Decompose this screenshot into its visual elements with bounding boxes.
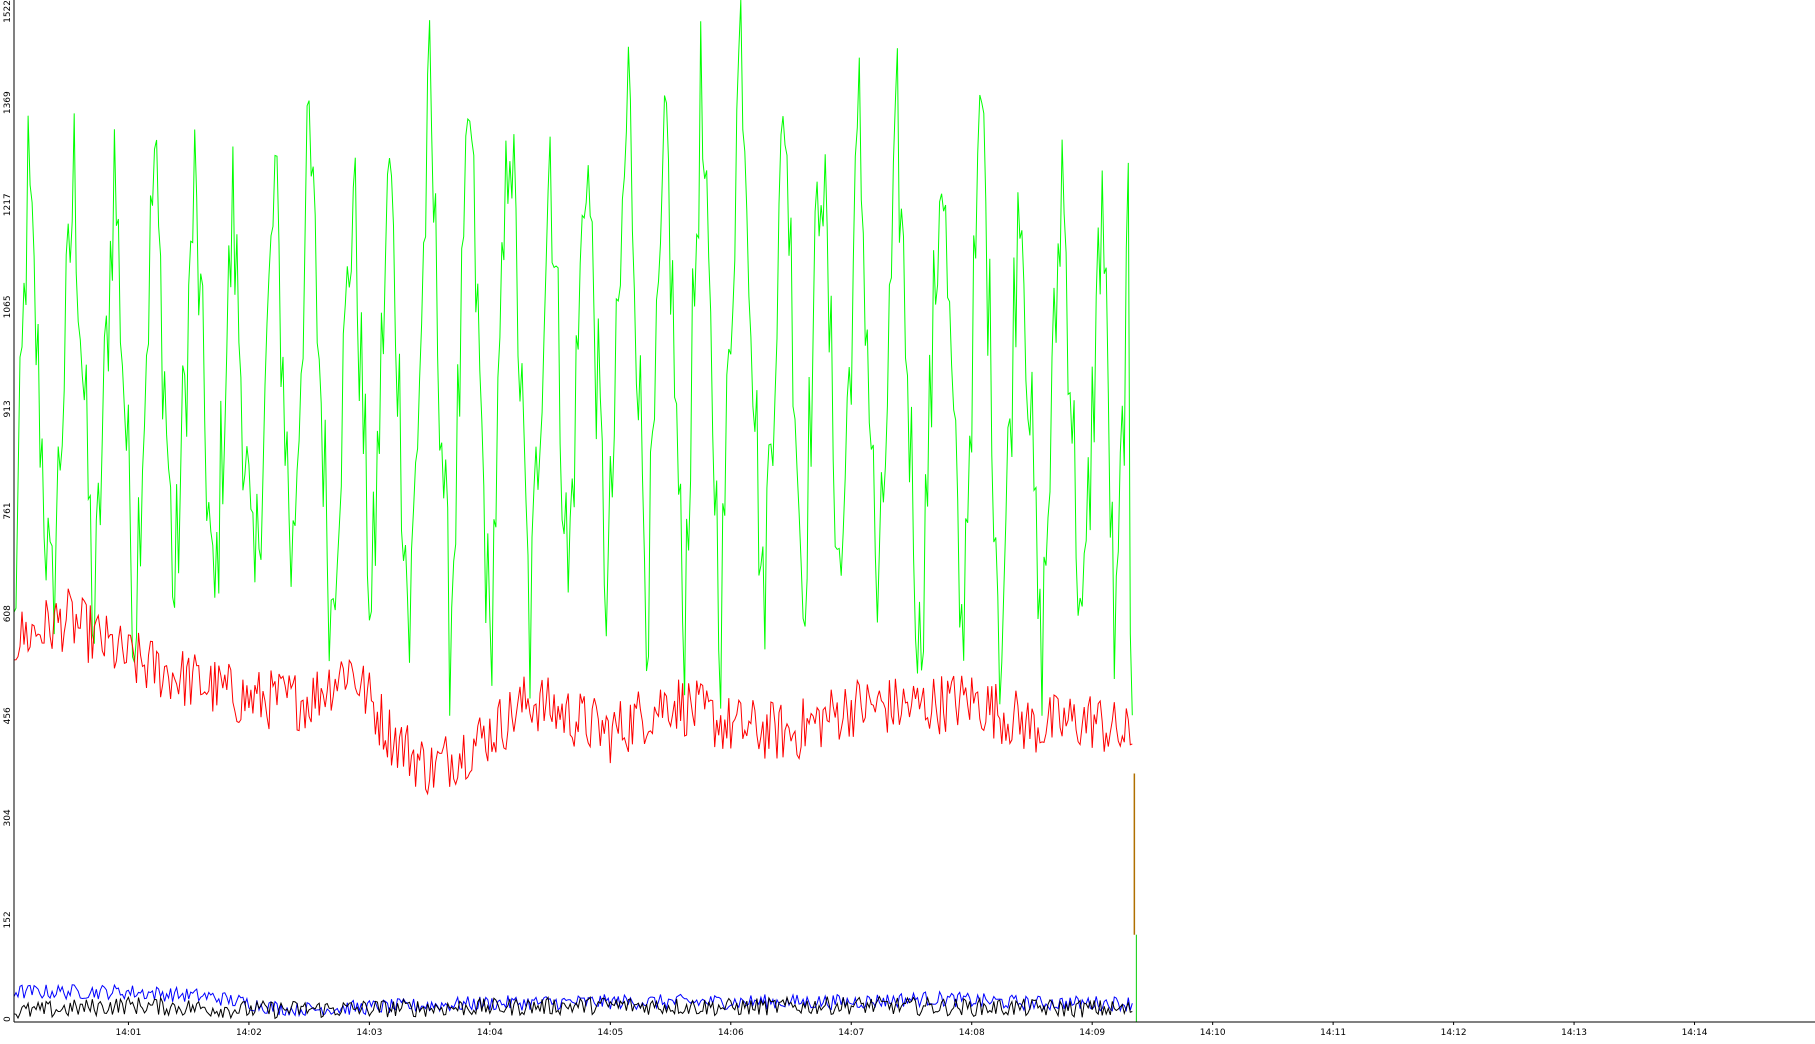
y-tick-label: 761 <box>3 502 13 519</box>
y-tick-label: 1369 <box>3 91 13 114</box>
chart-svg: 0 152 304 456 608 761 913 1065 1217 1369 1522 14:0… <box>3 0 1815 1038</box>
x-tick-label: 14:14 <box>1682 1028 1708 1038</box>
x-tick-label: 14:13 <box>1561 1028 1587 1038</box>
y-tick-label: 456 <box>3 707 13 724</box>
x-tick-label: 14:04 <box>477 1028 503 1038</box>
series-line <box>13 995 1133 1020</box>
x-tick-label: 14:06 <box>718 1028 744 1038</box>
x-tick-label: 14:03 <box>356 1028 382 1038</box>
y-tick-label: 608 <box>3 605 13 622</box>
x-tick-label: 14:01 <box>115 1028 141 1038</box>
x-tick-label: 14:09 <box>1079 1028 1105 1038</box>
series-line <box>13 0 1133 716</box>
y-axis-tick-labels: 0 152 304 456 608 761 913 1065 1217 1369 1522 <box>3 0 13 1022</box>
x-axis-tick-labels: 14:01 14:02 14:03 14:04 14:05 14:06 14:07 14:08… <box>115 1022 1708 1038</box>
x-tick-label: 14:07 <box>838 1028 864 1038</box>
y-tick-label: 0 <box>3 1016 13 1022</box>
chart: 0 152 304 456 608 761 913 1065 1217 1369 1522 14:0… <box>0 0 1815 1039</box>
x-tick-label: 14:05 <box>597 1028 623 1038</box>
x-tick-label: 14:02 <box>236 1028 262 1038</box>
x-tick-label: 14:11 <box>1320 1028 1346 1038</box>
y-tick-label: 1522 <box>3 0 13 23</box>
y-tick-label: 1065 <box>3 295 13 318</box>
y-tick-label: 304 <box>3 809 13 826</box>
y-tick-label: 1217 <box>3 193 13 216</box>
x-tick-label: 14:10 <box>1200 1028 1226 1038</box>
x-tick-label: 14:12 <box>1441 1028 1467 1038</box>
series-layer <box>13 0 1137 1022</box>
y-tick-label: 913 <box>3 400 13 417</box>
x-tick-label: 14:08 <box>959 1028 985 1038</box>
y-tick-label: 152 <box>3 911 13 928</box>
